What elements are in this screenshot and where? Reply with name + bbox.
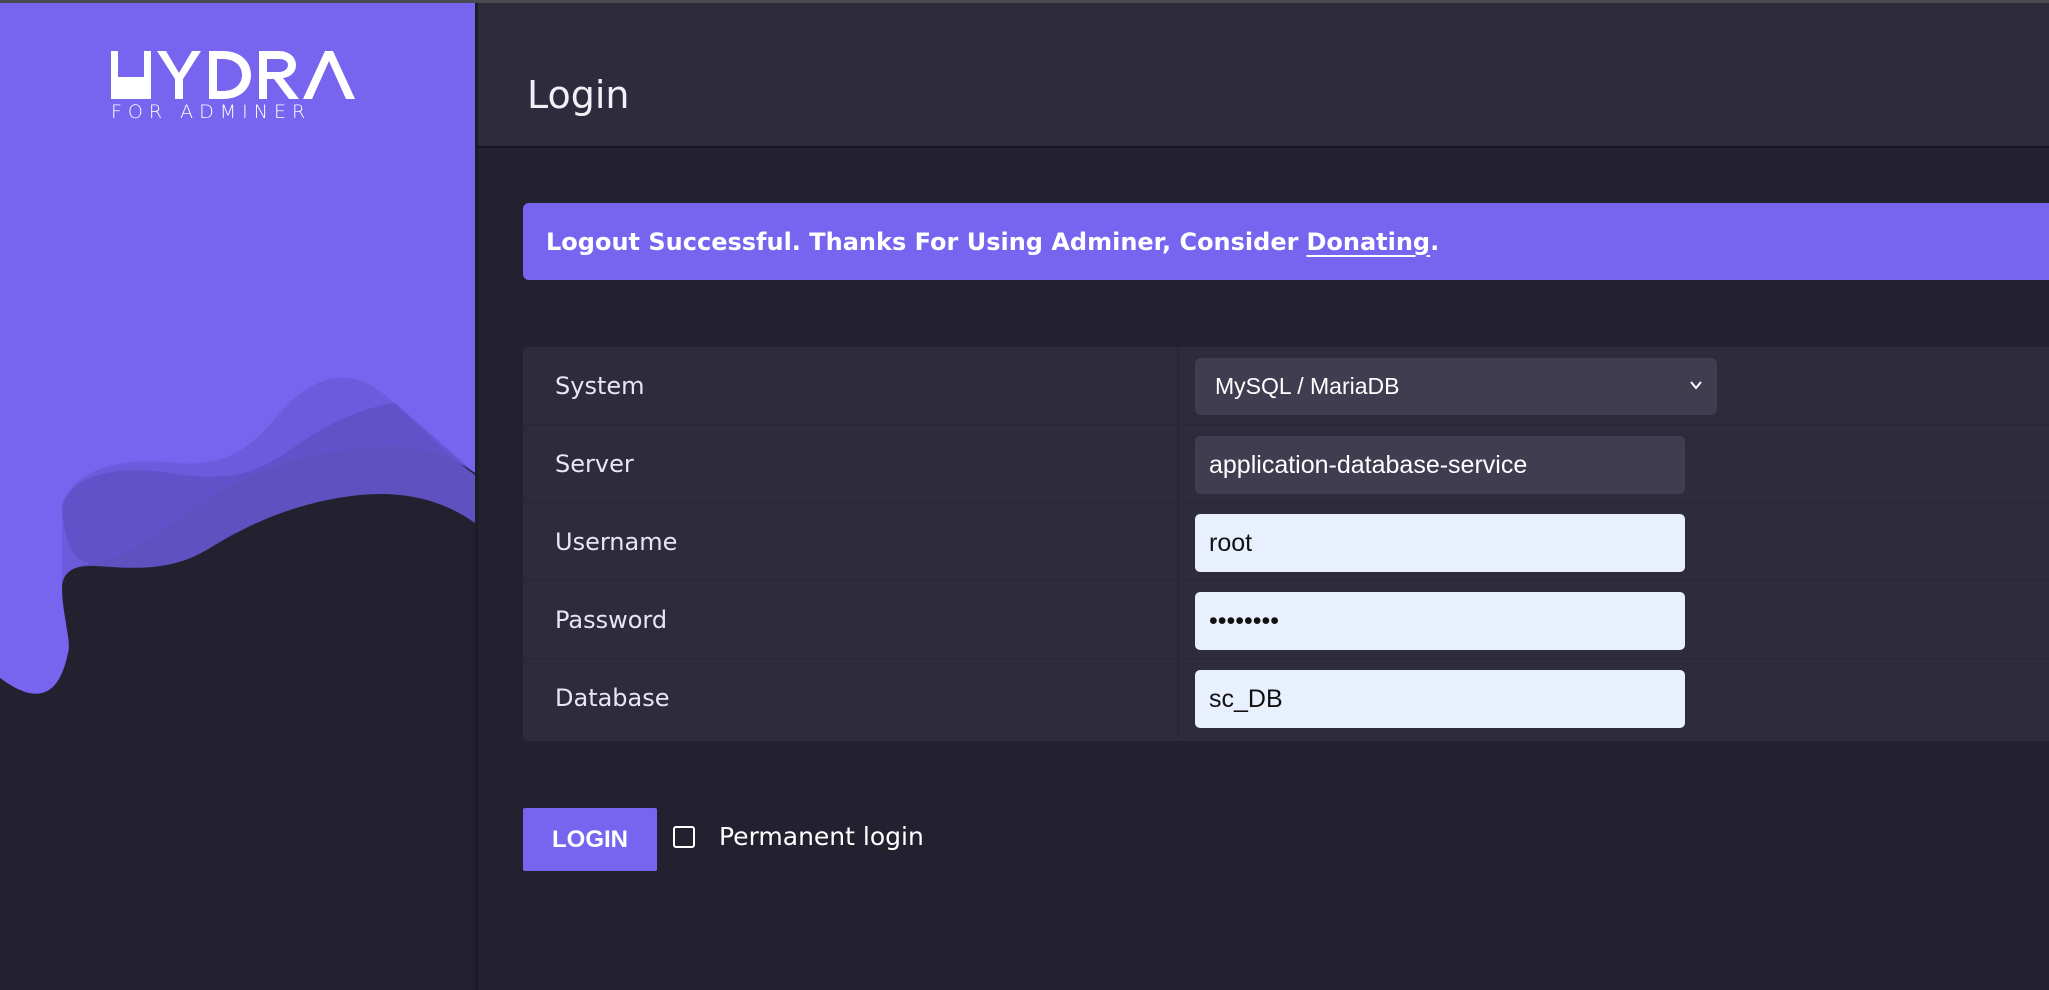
form-row-password: Password xyxy=(523,581,2049,659)
message-text: Logout Successful. Thanks For Using Admi… xyxy=(546,227,1299,256)
column-divider xyxy=(1177,347,1179,425)
database-input[interactable] xyxy=(1195,670,1685,728)
donate-link[interactable]: Donating xyxy=(1306,228,1430,256)
sidebar-divider xyxy=(475,3,478,990)
column-divider xyxy=(1177,425,1179,503)
server-label: Server xyxy=(555,450,634,478)
username-input[interactable] xyxy=(1195,514,1685,572)
login-button[interactable]: LOGIN xyxy=(523,808,657,871)
chevron-down-icon xyxy=(1690,381,1702,390)
page-title: Login xyxy=(527,73,630,117)
login-form-table: System MySQL / MariaDB Server Username P… xyxy=(523,347,2049,741)
permanent-login-label[interactable]: Permanent login xyxy=(719,822,924,851)
username-label: Username xyxy=(555,528,678,556)
column-divider xyxy=(1177,503,1179,581)
logout-message-banner: Logout Successful. Thanks For Using Admi… xyxy=(523,203,2049,280)
logo-subtitle: FOR ADMINER xyxy=(111,101,312,123)
column-divider xyxy=(1177,581,1179,659)
form-row-server: Server xyxy=(523,425,2049,503)
server-input[interactable] xyxy=(1195,436,1685,494)
form-row-system: System MySQL / MariaDB xyxy=(523,347,2049,425)
page-header: Login xyxy=(478,3,2049,148)
form-row-database: Database xyxy=(523,659,2049,737)
column-divider xyxy=(1177,659,1179,737)
sidebar: FOR ADMINER xyxy=(0,3,475,990)
password-label: Password xyxy=(555,606,668,634)
system-select-value: MySQL / MariaDB xyxy=(1215,373,1400,399)
sidebar-wave-background xyxy=(0,3,475,990)
database-label: Database xyxy=(555,684,670,712)
system-select[interactable]: MySQL / MariaDB xyxy=(1195,358,1717,415)
permanent-login-checkbox[interactable] xyxy=(673,826,695,848)
password-input[interactable] xyxy=(1195,592,1685,650)
message-suffix: . xyxy=(1430,227,1440,256)
form-row-username: Username xyxy=(523,503,2049,581)
system-label: System xyxy=(555,372,645,400)
